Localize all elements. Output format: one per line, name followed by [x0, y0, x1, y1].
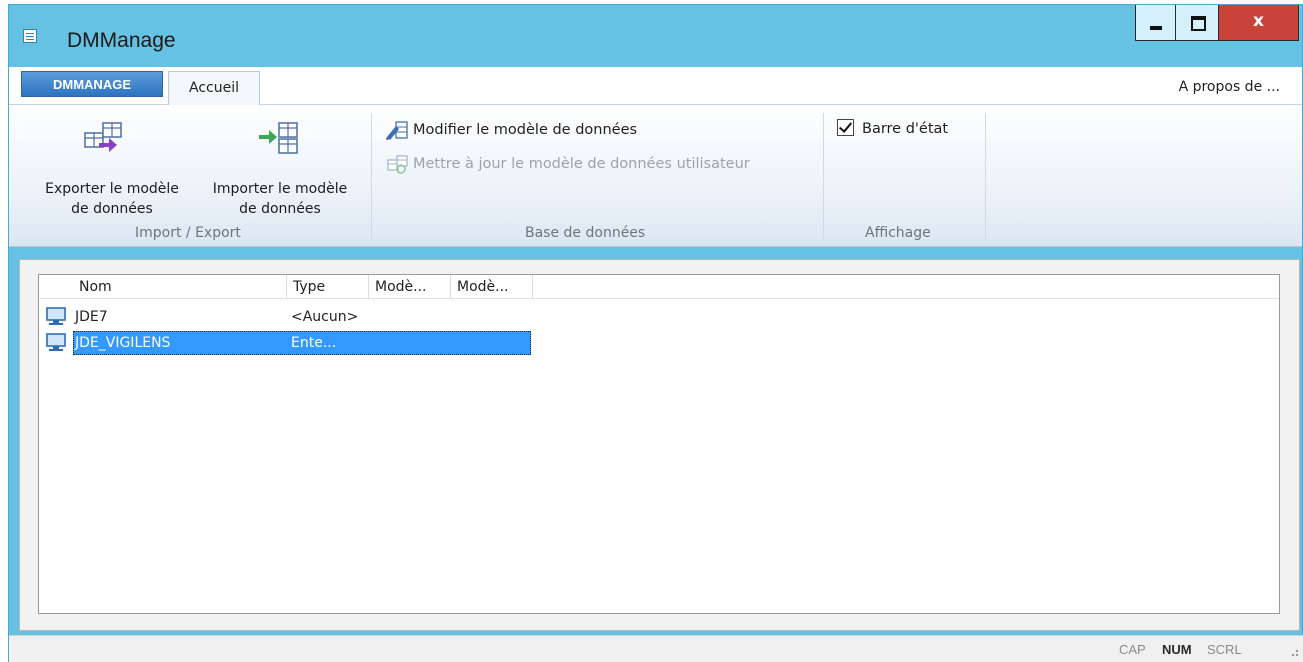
status-bar-checkbox-label: Barre d'état	[862, 121, 949, 137]
title-bar[interactable]: DMManage x	[9, 5, 1302, 65]
main-content: Nom Type Modè... Modè... JDE7 <Aucun> JD…	[19, 259, 1300, 631]
column-header-model-1[interactable]: Modè...	[369, 275, 451, 299]
import-table-icon	[259, 122, 298, 154]
row-type: <Aucun>	[291, 309, 359, 325]
group-separator	[371, 113, 372, 241]
import-label-line1: Importer le modèle	[212, 181, 348, 197]
export-data-model-button[interactable]: Exporter le modèle de données	[27, 111, 197, 219]
export-label-line2: de données	[71, 201, 153, 217]
group-separator	[985, 113, 986, 241]
computer-icon	[46, 333, 66, 351]
minimize-button[interactable]	[1135, 5, 1176, 41]
resize-grip-icon[interactable]	[1286, 644, 1300, 658]
app-menu-tab[interactable]: DMMANAGE	[21, 71, 163, 97]
list-item[interactable]: JDE7 <Aucun>	[39, 305, 539, 329]
export-table-icon	[84, 122, 122, 152]
edit-model-icon	[385, 119, 409, 141]
list-item[interactable]: JDE_VIGILENS Ente...	[39, 331, 539, 355]
group-label-import-export: Import / Export	[135, 225, 241, 241]
modify-data-model-label: Modifier le modèle de données	[413, 122, 638, 138]
maximize-button[interactable]	[1176, 5, 1219, 41]
column-header-name[interactable]: Nom	[73, 275, 287, 299]
import-data-model-button[interactable]: Importer le modèle de données	[197, 111, 363, 219]
update-model-icon	[385, 153, 409, 175]
status-bar-checkbox[interactable]: Barre d'état	[837, 119, 948, 139]
computer-icon	[46, 307, 66, 325]
checkbox-checked-icon[interactable]	[837, 119, 854, 136]
connection-list[interactable]: Nom Type Modè... Modè... JDE7 <Aucun> JD…	[38, 274, 1280, 614]
group-label-display: Affichage	[865, 225, 931, 241]
ribbon-panel: Exporter le modèle de données Importer l…	[9, 105, 1302, 247]
about-button[interactable]: A propos de ...	[1179, 79, 1280, 95]
modify-data-model-button[interactable]: Modifier le modèle de données	[385, 119, 637, 141]
export-label-line1: Exporter le modèle	[45, 181, 179, 197]
update-user-data-model-label: Mettre à jour le modèle de données utili…	[413, 156, 750, 172]
app-icon[interactable]	[23, 29, 37, 43]
app-window: DMManage x DMMANAGE Accueil A propos de …	[8, 4, 1303, 662]
list-header: Nom Type Modè... Modè...	[39, 275, 1279, 299]
caps-lock-indicator: CAP	[1119, 642, 1146, 657]
close-icon: x	[1253, 11, 1264, 31]
tab-accueil[interactable]: Accueil	[168, 71, 260, 106]
row-type: Ente...	[291, 335, 337, 351]
row-name: JDE_VIGILENS	[75, 335, 171, 351]
update-user-data-model-button[interactable]: Mettre à jour le modèle de données utili…	[385, 153, 750, 175]
close-button[interactable]: x	[1219, 5, 1299, 41]
window-title: DMManage	[67, 29, 176, 52]
ribbon-tab-bar: DMMANAGE Accueil A propos de ...	[9, 67, 1302, 106]
group-separator	[823, 113, 824, 241]
column-header-type[interactable]: Type	[287, 275, 369, 299]
scroll-lock-indicator: SCRL	[1207, 642, 1242, 657]
import-label-line2: de données	[239, 201, 321, 217]
column-header-model-2[interactable]: Modè...	[451, 275, 533, 299]
num-lock-indicator: NUM	[1162, 642, 1192, 657]
group-label-database: Base de données	[525, 225, 646, 241]
row-name: JDE7	[75, 309, 108, 325]
status-bar: CAP NUM SCRL	[9, 635, 1303, 662]
